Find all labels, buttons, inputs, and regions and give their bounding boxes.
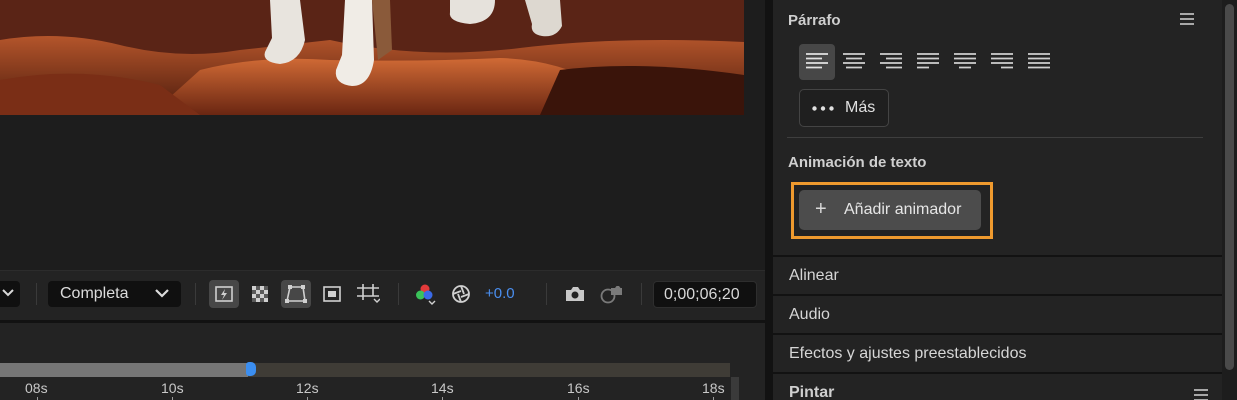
grid-guides-button[interactable] xyxy=(353,280,383,308)
justify-last-left-button[interactable] xyxy=(910,44,946,80)
section-effects-presets[interactable]: Efectos y ajustes preestablecidos xyxy=(773,333,1222,371)
section-divider xyxy=(787,137,1203,138)
align-left-icon xyxy=(806,53,828,69)
align-left-button[interactable] xyxy=(799,44,835,80)
ellipsis-icon xyxy=(812,106,834,111)
section-align-label: Alinear xyxy=(789,267,839,284)
composition-viewer xyxy=(0,0,765,270)
magnification-dropdown[interactable] xyxy=(0,281,20,307)
plus-icon: + xyxy=(815,198,827,220)
align-right-button[interactable] xyxy=(873,44,909,80)
section-effects-presets-label: Efectos y ajustes preestablecidos xyxy=(789,345,1027,362)
text-animation-section-title: Animación de texto xyxy=(788,154,927,171)
section-align[interactable]: Alinear xyxy=(773,255,1222,293)
show-snapshot-icon xyxy=(600,286,622,304)
add-animator-button[interactable]: + Añadir animador xyxy=(799,190,981,230)
toolbar-divider xyxy=(195,283,196,305)
render-progress xyxy=(0,363,248,377)
checkerboard-icon xyxy=(252,286,268,302)
toolbar-divider xyxy=(398,283,399,305)
fast-previews-button[interactable] xyxy=(209,280,239,308)
align-center-button[interactable] xyxy=(836,44,872,80)
camera-icon xyxy=(566,287,584,301)
panel-divider[interactable] xyxy=(765,0,773,400)
current-time-display[interactable]: 0;00;06;20 xyxy=(653,281,757,308)
grid-guides-icon xyxy=(357,284,380,303)
ruler-label: 12s xyxy=(296,380,319,396)
section-audio[interactable]: Audio xyxy=(773,294,1222,332)
mask-path-icon xyxy=(285,285,307,303)
toolbar-divider xyxy=(36,283,37,305)
panel-scrollbar[interactable] xyxy=(1222,0,1237,400)
viewer-toolbar: Completa +0.0 0;00;06;20 xyxy=(0,270,765,320)
align-right-icon xyxy=(880,53,902,69)
rocky-landscape-picture xyxy=(0,0,744,115)
snapshot-button[interactable] xyxy=(560,280,590,308)
justify-last-center-button[interactable] xyxy=(947,44,983,80)
add-animator-label: Añadir animador xyxy=(844,201,962,218)
section-paint[interactable]: Pintar xyxy=(773,372,1222,400)
ruler-label: 16s xyxy=(567,380,590,396)
more-options-label: Más xyxy=(845,99,876,116)
more-options-button[interactable]: Más xyxy=(799,89,889,127)
playhead[interactable] xyxy=(246,362,256,376)
ruler-label: 08s xyxy=(25,380,48,396)
fast-previews-icon xyxy=(215,286,233,302)
paragraph-section-title: Párrafo xyxy=(788,12,841,29)
exposure-value[interactable]: +0.0 xyxy=(485,285,515,302)
justify-all-button[interactable] xyxy=(1021,44,1057,80)
toolbar-divider xyxy=(641,283,642,305)
section-paint-label: Pintar xyxy=(789,384,835,400)
ruler-label: 18s xyxy=(702,380,725,396)
reset-exposure-button[interactable] xyxy=(446,280,476,308)
resolution-label: Completa xyxy=(60,285,129,302)
resolution-dropdown[interactable]: Completa xyxy=(48,281,181,307)
ruler-label: 14s xyxy=(431,380,454,396)
composition-image xyxy=(0,0,744,115)
paragraph-menu-icon[interactable] xyxy=(1180,13,1194,25)
justify-last-left-icon xyxy=(917,53,939,69)
mask-visibility-button[interactable] xyxy=(281,280,311,308)
color-channels-icon xyxy=(416,284,436,305)
justify-last-center-icon xyxy=(954,53,976,69)
justify-last-right-button[interactable] xyxy=(984,44,1020,80)
toolbar-divider xyxy=(546,283,547,305)
properties-panel: Párrafo Más Animación de texto + Añadir … xyxy=(773,0,1237,400)
section-audio-label: Audio xyxy=(789,306,830,323)
aperture-icon xyxy=(452,285,470,303)
paint-menu-icon[interactable] xyxy=(1194,389,1208,400)
timeline: 08s 10s 12s 14s 16s 18s xyxy=(0,320,765,400)
region-of-interest-icon xyxy=(323,286,341,302)
panel-scrollbar-thumb[interactable] xyxy=(1225,4,1234,370)
justify-all-icon xyxy=(1028,53,1050,69)
chevron-down-icon xyxy=(2,289,14,297)
show-snapshot-button[interactable] xyxy=(596,280,626,308)
ruler-label: 10s xyxy=(161,380,184,396)
transparency-grid-button[interactable] xyxy=(245,280,275,308)
timeline-scrollbar[interactable] xyxy=(731,377,739,400)
work-area-bar[interactable] xyxy=(0,363,730,377)
show-channel-button[interactable] xyxy=(410,280,440,308)
justify-last-right-icon xyxy=(991,53,1013,69)
align-center-icon xyxy=(843,53,865,69)
region-of-interest-button[interactable] xyxy=(317,280,347,308)
chevron-down-icon xyxy=(155,289,169,298)
